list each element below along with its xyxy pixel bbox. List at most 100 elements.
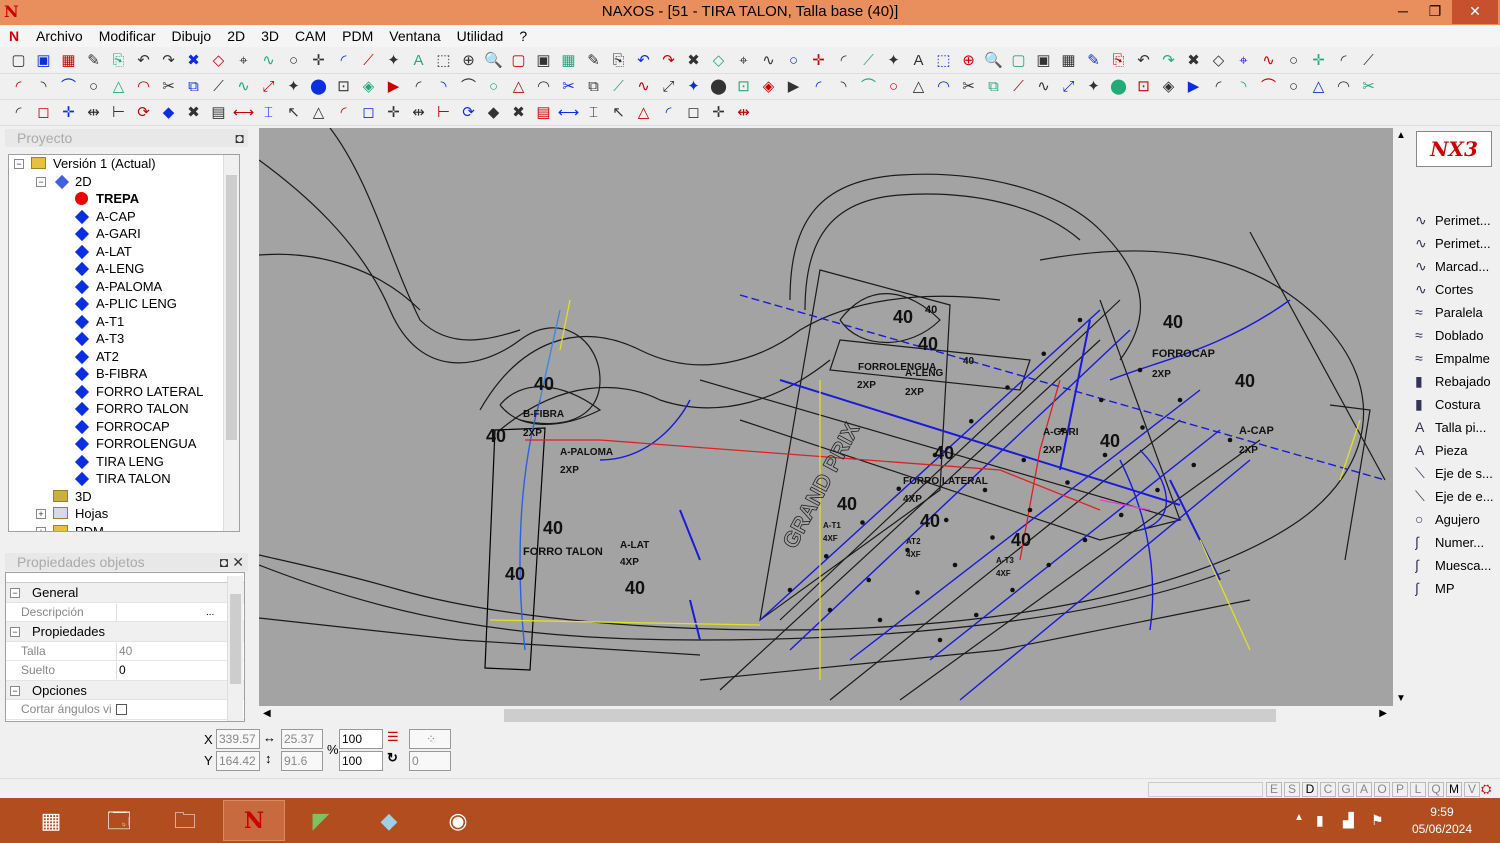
- toolbar-tool-icon[interactable]: ⊡: [731, 76, 756, 98]
- toolbar-tool-icon[interactable]: ⤢: [1056, 76, 1081, 98]
- category-propiedades[interactable]: − Propiedades: [6, 622, 244, 642]
- toolbar-tool-icon[interactable]: ⊢: [106, 102, 131, 124]
- toolbar-tool-icon[interactable]: ◝: [431, 76, 456, 98]
- toolbar-tool-icon[interactable]: ▢: [6, 50, 31, 72]
- tree-node-piece[interactable]: A-T1: [9, 313, 239, 331]
- toolbar-tool-icon[interactable]: ▣: [531, 50, 556, 72]
- status-toggle[interactable]: P: [1392, 782, 1408, 797]
- pin-icon[interactable]: ◘: [236, 129, 244, 147]
- dx-field[interactable]: 25.37: [281, 729, 323, 749]
- toolbar-tool-icon[interactable]: ▣: [31, 50, 56, 72]
- toolbar-tool-icon[interactable]: ⟳: [131, 102, 156, 124]
- menu-cam[interactable]: CAM: [287, 25, 334, 47]
- toolbar-tool-icon[interactable]: A: [906, 50, 931, 72]
- tree-node-piece[interactable]: B-FIBRA: [9, 365, 239, 383]
- tool-item[interactable]: ≈ Empalme: [1415, 347, 1499, 369]
- toolbar-tool-icon[interactable]: ⊡: [1131, 76, 1156, 98]
- toolbar-tool-icon[interactable]: ○: [881, 76, 906, 98]
- toolbar-tool-icon[interactable]: ∿: [631, 76, 656, 98]
- toolbar-tool-icon[interactable]: ○: [481, 76, 506, 98]
- toolbar-tool-icon[interactable]: ○: [1281, 76, 1306, 98]
- tool-item[interactable]: ∿ Marcad...: [1415, 255, 1499, 277]
- toolbar-tool-icon[interactable]: ⟷: [556, 102, 581, 124]
- toolbar-tool-icon[interactable]: ⌖: [731, 50, 756, 72]
- tree-node-piece[interactable]: A-LAT: [9, 243, 239, 261]
- tree-node-piece[interactable]: A-GARI: [9, 225, 239, 243]
- toolbar-tool-icon[interactable]: ✎: [1081, 50, 1106, 72]
- naxos-task-icon[interactable]: N: [223, 800, 285, 841]
- toolbar-tool-icon[interactable]: ⇹: [731, 102, 756, 124]
- toolbar-tool-icon[interactable]: ⊕: [956, 50, 981, 72]
- status-toggle[interactable]: C: [1320, 782, 1336, 797]
- toolbar-tool-icon[interactable]: ◻: [356, 102, 381, 124]
- toolbar-tool-icon[interactable]: ⟋: [856, 50, 881, 72]
- tree-node-piece[interactable]: A-LENG: [9, 260, 239, 278]
- explorer-icon[interactable]: 🗔: [88, 800, 150, 841]
- tree-node-2d[interactable]: − 2D: [9, 173, 239, 191]
- toolbar-tool-icon[interactable]: ⊕: [456, 50, 481, 72]
- toolbar-tool-icon[interactable]: ⌒: [456, 76, 481, 98]
- toolbar-tool-icon[interactable]: ↖: [281, 102, 306, 124]
- toolbar-tool-icon[interactable]: ⧉: [181, 76, 206, 98]
- scroll-right-icon[interactable]: ▶: [1379, 708, 1387, 719]
- scale-y-field[interactable]: 100: [339, 751, 383, 771]
- toolbar-tool-icon[interactable]: ∿: [756, 50, 781, 72]
- toolbar-tool-icon[interactable]: ◜: [331, 102, 356, 124]
- toolbar-tool-icon[interactable]: ▶: [781, 76, 806, 98]
- toolbar-tool-icon[interactable]: ◜: [806, 76, 831, 98]
- scroll-thumb[interactable]: [230, 594, 241, 684]
- toolbar-tool-icon[interactable]: ◝: [1231, 76, 1256, 98]
- toolbar-tool-icon[interactable]: ⟋: [356, 50, 381, 72]
- x-coord-field[interactable]: 339.57: [216, 729, 260, 749]
- toolbar-tool-icon[interactable]: ↷: [156, 50, 181, 72]
- toolbar-tool-icon[interactable]: ↷: [656, 50, 681, 72]
- toolbar-tool-icon[interactable]: ◜: [1331, 50, 1356, 72]
- toolbar-tool-icon[interactable]: ∿: [1031, 76, 1056, 98]
- toolbar-tool-icon[interactable]: ✂: [556, 76, 581, 98]
- toolbar-tool-icon[interactable]: ○: [81, 76, 106, 98]
- toolbar-tool-icon[interactable]: ◆: [156, 102, 181, 124]
- toolbar-tool-icon[interactable]: ▶: [1181, 76, 1206, 98]
- status-toggle[interactable]: V: [1464, 782, 1480, 797]
- toolbar-tool-icon[interactable]: ⟋: [206, 76, 231, 98]
- toolbar-tool-icon[interactable]: ◜: [831, 50, 856, 72]
- tree-node-piece[interactable]: A-T3: [9, 330, 239, 348]
- toolbar-tool-icon[interactable]: ⎘: [606, 50, 631, 72]
- close-button[interactable]: ✕: [1452, 0, 1498, 24]
- toolbar-tool-icon[interactable]: △: [106, 76, 131, 98]
- toolbar-tool-icon[interactable]: ⌶: [581, 102, 606, 124]
- toolbar-tool-icon[interactable]: ✛: [806, 50, 831, 72]
- calculator-icon[interactable]: ▦: [20, 800, 82, 841]
- prop-descripcion[interactable]: Descripción ...: [6, 603, 244, 622]
- tree-scrollbar[interactable]: [223, 155, 239, 531]
- status-toggle[interactable]: S: [1284, 782, 1300, 797]
- menu-archivo[interactable]: Archivo: [28, 25, 91, 47]
- toolbar-tool-icon[interactable]: ◜: [6, 102, 31, 124]
- minimize-button[interactable]: ─: [1387, 0, 1419, 24]
- tree-node-piece[interactable]: FORRO LATERAL: [9, 383, 239, 401]
- toolbar-tool-icon[interactable]: ⌒: [1256, 76, 1281, 98]
- toolbar-tool-icon[interactable]: ✖: [506, 102, 531, 124]
- status-toggle[interactable]: M: [1446, 782, 1462, 797]
- toolbar-tool-icon[interactable]: ⬚: [931, 50, 956, 72]
- expand-icon[interactable]: +: [36, 509, 46, 519]
- toolbar-tool-icon[interactable]: ✎: [81, 50, 106, 72]
- panel-close-icon[interactable]: ◘ ✕: [220, 553, 244, 571]
- props-scrollbar[interactable]: [227, 576, 243, 721]
- cad-app-icon[interactable]: ◤: [290, 800, 352, 841]
- toolbar-tool-icon[interactable]: ◠: [931, 76, 956, 98]
- suelto-field[interactable]: 0: [116, 662, 224, 679]
- toolbar-tool-icon[interactable]: ⇹: [81, 102, 106, 124]
- tree-node-hojas[interactable]: + Hojas: [9, 505, 239, 523]
- tree-node-piece[interactable]: TIRA TALON: [9, 470, 239, 488]
- toolbar-tool-icon[interactable]: ✎: [581, 50, 606, 72]
- toolbar-tool-icon[interactable]: ◜: [331, 50, 356, 72]
- tool-item[interactable]: ∿ Perimet...: [1415, 232, 1499, 254]
- menu-3d[interactable]: 3D: [253, 25, 287, 47]
- toolbar-tool-icon[interactable]: ⧉: [581, 76, 606, 98]
- toolbar-tool-icon[interactable]: ◻: [681, 102, 706, 124]
- cortar-checkbox[interactable]: [116, 704, 127, 715]
- toolbar-tool-icon[interactable]: ⎘: [1106, 50, 1131, 72]
- category-general[interactable]: − General: [6, 583, 244, 603]
- toolbar-tool-icon[interactable]: ✛: [306, 50, 331, 72]
